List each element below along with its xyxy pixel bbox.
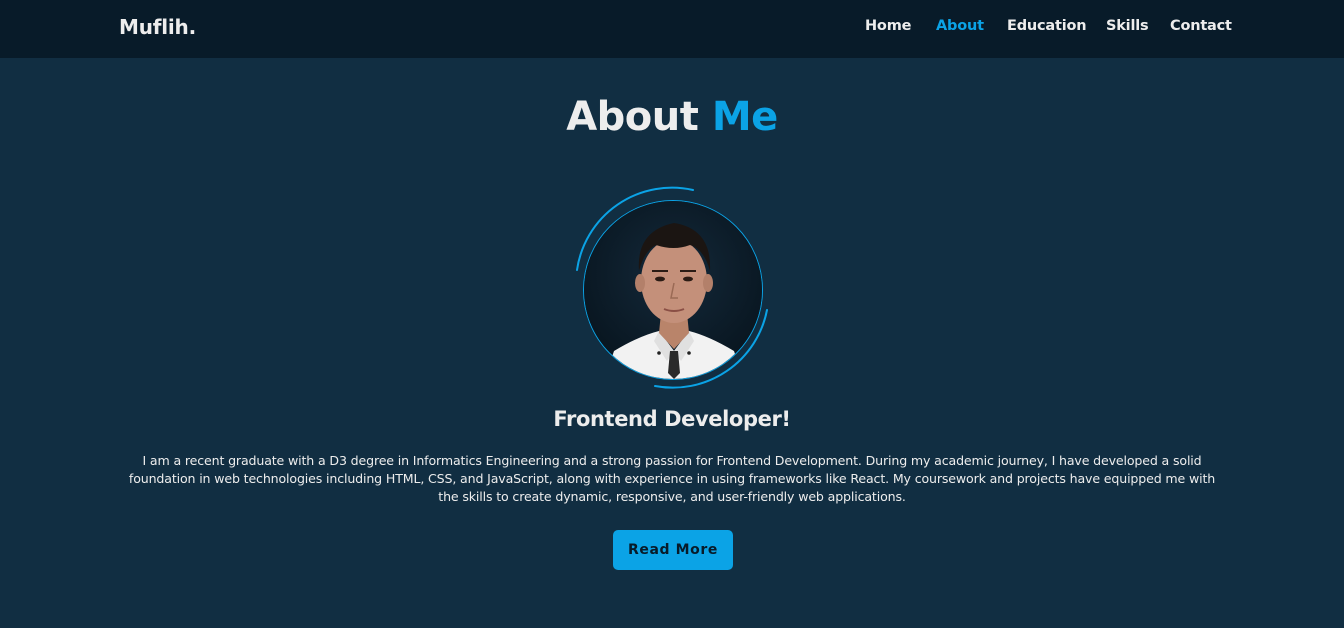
nav-skills[interactable]: Skills [1106, 18, 1149, 34]
title-accent: Me [711, 94, 778, 140]
nav-contact[interactable]: Contact [1170, 18, 1232, 34]
profile-photo [583, 200, 763, 380]
person-portrait-icon [584, 201, 762, 379]
header: Muflih. Home About Education Skills Cont… [0, 0, 1344, 58]
read-more-button[interactable]: Read More [613, 530, 733, 570]
section-title: About Me [0, 94, 1344, 140]
role-heading: Frontend Developer! [553, 407, 791, 431]
nav-home[interactable]: Home [865, 18, 911, 34]
title-main: About [566, 94, 699, 140]
nav-education[interactable]: Education [1007, 18, 1087, 34]
main-nav: Home About Education Skills Contact [0, 18, 1344, 40]
nav-about[interactable]: About [936, 18, 984, 34]
profile-image-container [571, 186, 775, 390]
about-description: I am a recent graduate with a D3 degree … [128, 453, 1216, 504]
